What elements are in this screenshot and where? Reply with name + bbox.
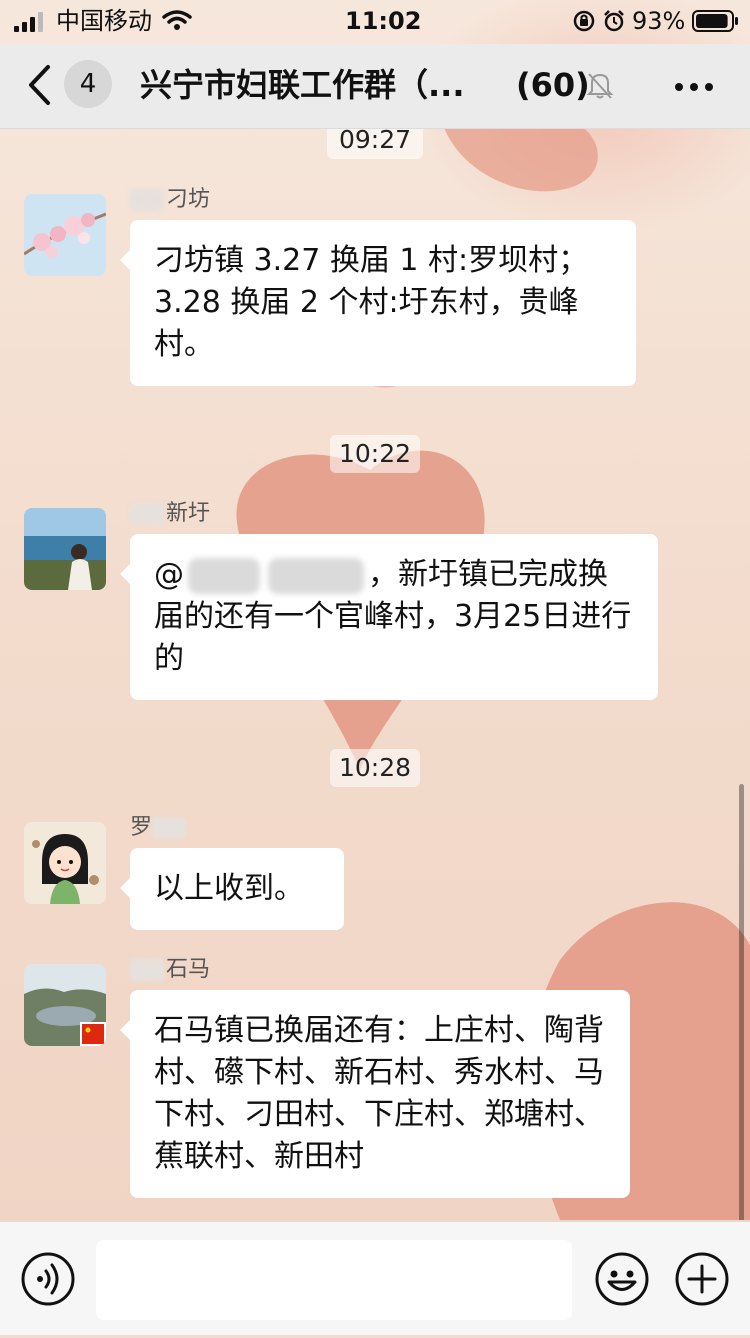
more-options-icon[interactable] bbox=[674, 82, 714, 92]
timestamp: 10:22 bbox=[330, 435, 420, 473]
redacted-name bbox=[152, 817, 187, 839]
message-bubble[interactable]: 以上收到。 bbox=[120, 848, 344, 930]
battery-icon bbox=[692, 10, 738, 32]
timestamp: 10:28 bbox=[330, 749, 420, 787]
scroll-indicator[interactable] bbox=[739, 784, 744, 1220]
redacted-name bbox=[130, 503, 164, 525]
wifi-icon bbox=[162, 10, 192, 30]
sender-name: 新圩 bbox=[130, 499, 210, 529]
muted-bell-icon bbox=[586, 73, 614, 99]
sender-name: 刁坊 bbox=[130, 185, 210, 215]
alarm-icon bbox=[604, 10, 624, 32]
clock: 11:02 bbox=[345, 7, 422, 35]
chat-header: 4 兴宁市妇联工作群（... (60) bbox=[0, 44, 750, 129]
message-bubble[interactable]: 刁坊镇 3.27 换届 1 村:罗坝村；3.28 换届 2 个村:圩东村，贵峰村… bbox=[120, 220, 636, 386]
status-bar: 中国移动 11:02 93% bbox=[0, 0, 750, 44]
back-chevron-icon[interactable] bbox=[26, 64, 52, 106]
redacted-name bbox=[130, 959, 164, 981]
message-list[interactable]: 09:27 刁坊 刁坊镇 3.27 换届 1 村:罗坝村；3.28 换届 2 个… bbox=[0, 129, 750, 1220]
chat-title[interactable]: 兴宁市妇联工作群（... bbox=[140, 64, 464, 106]
cartoon-girl-avatar[interactable] bbox=[24, 822, 106, 904]
redacted-mention bbox=[188, 557, 260, 594]
orientation-lock-icon bbox=[573, 10, 595, 32]
input-toolbar bbox=[0, 1221, 750, 1335]
seaside-photo-avatar[interactable] bbox=[24, 508, 106, 590]
timestamp: 09:27 bbox=[327, 129, 423, 159]
cellular-signal-icon bbox=[14, 12, 43, 32]
member-count[interactable]: (60) bbox=[516, 64, 590, 106]
battery-percentage: 93% bbox=[632, 7, 686, 35]
plus-more-icon[interactable] bbox=[674, 1251, 730, 1307]
carrier-name: 中国移动 bbox=[56, 7, 152, 35]
sender-name: 石马 bbox=[130, 955, 210, 985]
message-bubble[interactable]: 石马镇已换届还有：上庄村、陶背村、礤下村、新石村、秀水村、马下村、刁田村、下庄村… bbox=[120, 990, 630, 1198]
emoji-icon[interactable] bbox=[594, 1251, 650, 1307]
lake-landscape-avatar[interactable] bbox=[24, 964, 106, 1046]
redacted-name bbox=[130, 189, 164, 211]
sender-name: 罗 bbox=[130, 813, 188, 843]
redacted-mention bbox=[268, 557, 364, 594]
message-bubble[interactable]: @ ，新圩镇已完成换届的还有一个官峰村，3月25日进行的 bbox=[120, 534, 658, 700]
voice-input-icon[interactable] bbox=[20, 1251, 76, 1307]
cherry-blossom-avatar[interactable] bbox=[24, 194, 106, 276]
message-input[interactable] bbox=[96, 1240, 572, 1320]
unread-count-badge[interactable]: 4 bbox=[64, 60, 112, 108]
